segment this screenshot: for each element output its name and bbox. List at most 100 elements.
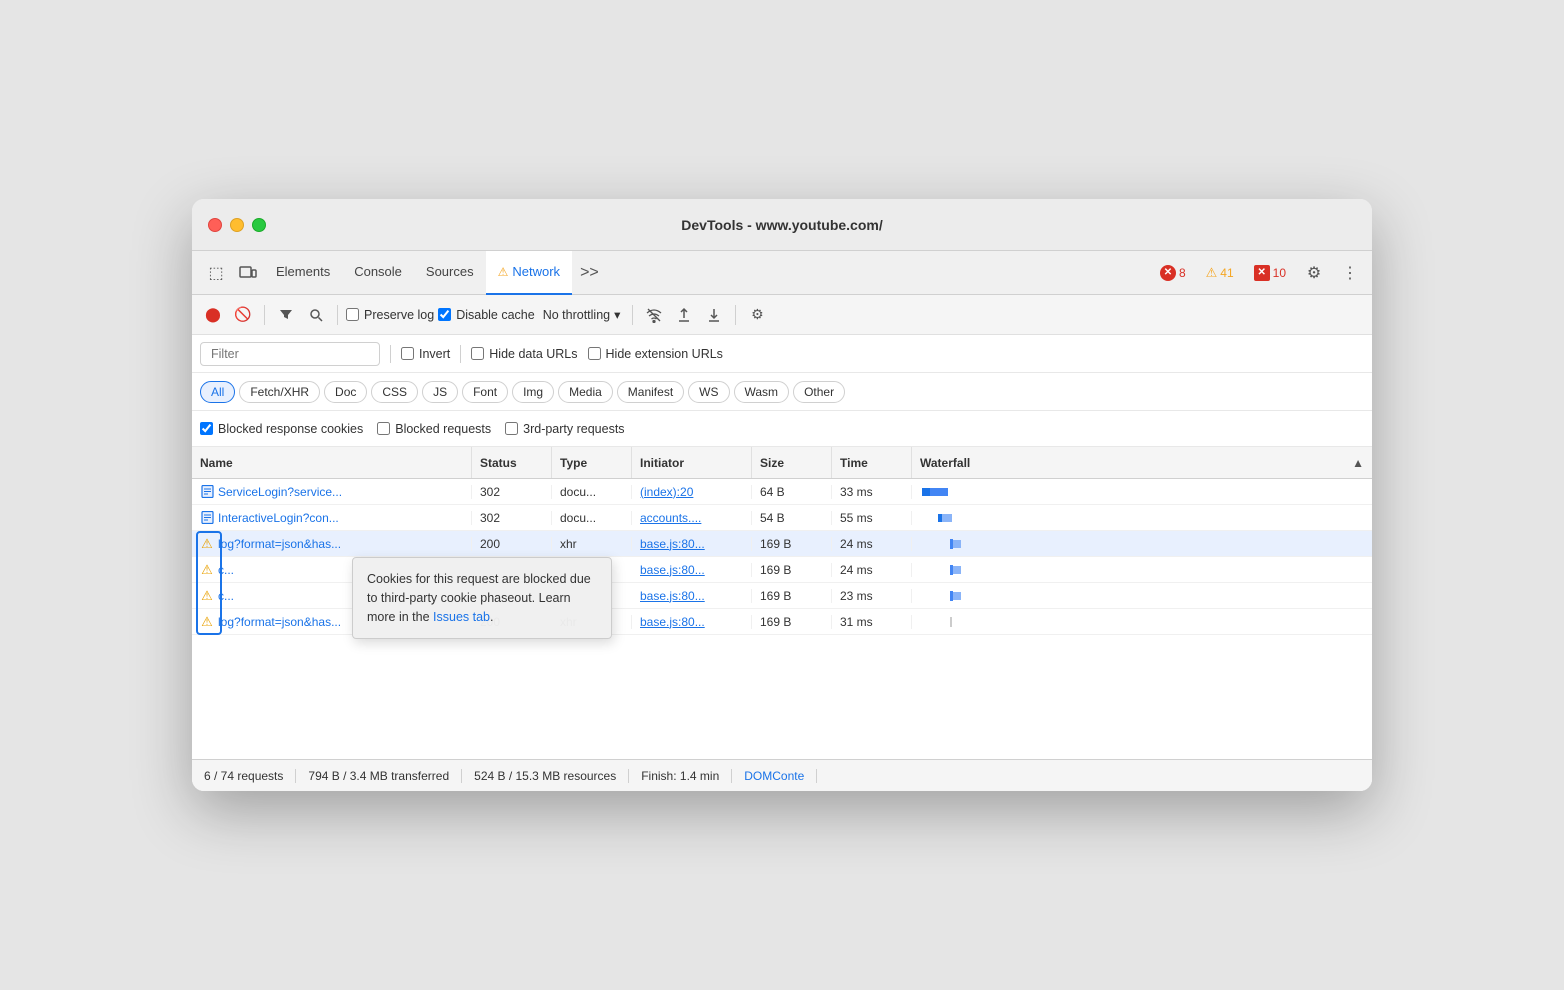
warning-badge-icon: ⚠ [1206, 265, 1218, 281]
hide-extension-urls-checkbox-label[interactable]: Hide extension URLs [588, 347, 723, 361]
third-party-requests-label[interactable]: 3rd-party requests [505, 422, 624, 436]
tab-bar-right: ✕ 8 ⚠ 41 ✕ 10 ⚙ ⋮ [1154, 259, 1364, 287]
td-waterfall [912, 562, 1372, 578]
td-initiator: base.js:80... [632, 615, 752, 629]
warning-icon: ⚠ [200, 563, 214, 577]
disable-cache-checkbox-label[interactable]: Disable cache [438, 308, 535, 322]
doc-icon [200, 511, 214, 525]
th-waterfall[interactable]: Waterfall ▲ [912, 447, 1372, 478]
stop-recording-button[interactable]: ⬤ [200, 302, 226, 328]
filter-input-wrap [200, 342, 380, 366]
resource-btn-all[interactable]: All [200, 381, 235, 403]
th-status[interactable]: Status [472, 447, 552, 478]
tab-console[interactable]: Console [342, 251, 414, 295]
table-row[interactable]: ServiceLogin?service... 302 docu... (ind… [192, 479, 1372, 505]
td-waterfall [912, 536, 1372, 552]
cookie-blocked-tooltip: Cookies for this request are blocked due… [352, 557, 612, 639]
table-row[interactable]: ⚠ log?format=json&has... 200 xhr base.js… [192, 531, 1372, 557]
td-size: 54 B [752, 511, 832, 525]
filter-icon-button[interactable] [273, 302, 299, 328]
devtools-body: ⬚ Elements Console Sources ⚠ Network >> [192, 251, 1372, 791]
error-badge-red: ✕ 8 [1154, 263, 1192, 283]
device-icon[interactable] [232, 257, 264, 289]
th-type[interactable]: Type [552, 447, 632, 478]
toolbar: ⬤ 🚫 Preserve log Disable ca [192, 295, 1372, 335]
td-size: 64 B [752, 485, 832, 499]
blocked-response-cookies-label[interactable]: Blocked response cookies [200, 422, 363, 436]
tab-bar: ⬚ Elements Console Sources ⚠ Network >> [192, 251, 1372, 295]
td-type: docu... [552, 485, 632, 499]
resource-btn-ws[interactable]: WS [688, 381, 729, 403]
initiator-link[interactable]: base.js:80... [640, 537, 705, 551]
table-row[interactable]: InteractiveLogin?con... 302 docu... acco… [192, 505, 1372, 531]
invert-checkbox-label[interactable]: Invert [401, 347, 450, 361]
third-party-requests-checkbox[interactable] [505, 422, 518, 435]
window-title: DevTools - www.youtube.com/ [681, 217, 882, 233]
hide-data-urls-checkbox-label[interactable]: Hide data URLs [471, 347, 577, 361]
status-bar: 6 / 74 requests 794 B / 3.4 MB transferr… [192, 759, 1372, 791]
initiator-link[interactable]: base.js:80... [640, 563, 705, 577]
tab-sources[interactable]: Sources [414, 251, 486, 295]
resource-btn-img[interactable]: Img [512, 381, 554, 403]
network-settings-button[interactable]: ⚙ [744, 302, 770, 328]
settings-icon[interactable]: ⚙ [1300, 259, 1328, 287]
blocked-requests-checkbox[interactable] [377, 422, 390, 435]
th-initiator[interactable]: Initiator [632, 447, 752, 478]
close-button[interactable] [208, 218, 222, 232]
filter-input[interactable] [200, 342, 380, 366]
toolbar-divider-1 [264, 305, 265, 325]
search-button[interactable] [303, 302, 329, 328]
resource-btn-doc[interactable]: Doc [324, 381, 367, 403]
th-size[interactable]: Size [752, 447, 832, 478]
resource-btn-css[interactable]: CSS [371, 381, 418, 403]
initiator-link[interactable]: base.js:80... [640, 589, 705, 603]
blocked-response-cookies-checkbox[interactable] [200, 422, 213, 435]
td-waterfall [912, 510, 1372, 526]
td-initiator: base.js:80... [632, 589, 752, 603]
resource-btn-js[interactable]: JS [422, 381, 458, 403]
import-har-button[interactable] [671, 302, 697, 328]
export-har-button[interactable] [701, 302, 727, 328]
tab-more-button[interactable]: >> [572, 264, 607, 282]
clear-button[interactable]: 🚫 [230, 302, 256, 328]
requests-count: 6 / 74 requests [200, 769, 296, 783]
tab-network[interactable]: ⚠ Network [486, 251, 572, 295]
resource-btn-manifest[interactable]: Manifest [617, 381, 684, 403]
td-name: ServiceLogin?service... [192, 485, 472, 499]
maximize-button[interactable] [252, 218, 266, 232]
doc-icon [200, 485, 214, 499]
filter-divider-2 [460, 345, 461, 363]
resource-type-bar: All Fetch/XHR Doc CSS JS Font Img Media … [192, 373, 1372, 411]
throttle-select[interactable]: No throttling ▾ [539, 305, 625, 324]
resource-btn-media[interactable]: Media [558, 381, 613, 403]
td-initiator: (index):20 [632, 485, 752, 499]
disable-cache-checkbox[interactable] [438, 308, 451, 321]
network-conditions-button[interactable] [641, 302, 667, 328]
initiator-link[interactable]: (index):20 [640, 485, 693, 499]
blocked-requests-label[interactable]: Blocked requests [377, 422, 491, 436]
preserve-log-checkbox[interactable] [346, 308, 359, 321]
warning-rows-container: ⚠ log?format=json&has... 200 xhr base.js… [192, 531, 1372, 635]
th-name[interactable]: Name [192, 447, 472, 478]
titlebar: DevTools - www.youtube.com/ [192, 199, 1372, 251]
issues-tab-link[interactable]: Issues tab [433, 610, 490, 624]
td-initiator: base.js:80... [632, 537, 752, 551]
more-options-icon[interactable]: ⋮ [1336, 259, 1364, 287]
th-time[interactable]: Time [832, 447, 912, 478]
initiator-link[interactable]: accounts.... [640, 511, 701, 525]
preserve-log-checkbox-label[interactable]: Preserve log [346, 308, 434, 322]
minimize-button[interactable] [230, 218, 244, 232]
invert-checkbox[interactable] [401, 347, 414, 360]
hide-data-urls-checkbox[interactable] [471, 347, 484, 360]
td-status: 302 [472, 485, 552, 499]
warning-icon: ⚠ [200, 589, 214, 603]
resource-btn-other[interactable]: Other [793, 381, 845, 403]
resource-btn-font[interactable]: Font [462, 381, 508, 403]
resource-btn-fetch-xhr[interactable]: Fetch/XHR [239, 381, 320, 403]
resource-btn-wasm[interactable]: Wasm [734, 381, 790, 403]
initiator-link[interactable]: base.js:80... [640, 615, 705, 629]
warning-icon: ⚠ [200, 615, 214, 629]
tab-elements[interactable]: Elements [264, 251, 342, 295]
cursor-icon[interactable]: ⬚ [200, 257, 232, 289]
hide-extension-urls-checkbox[interactable] [588, 347, 601, 360]
